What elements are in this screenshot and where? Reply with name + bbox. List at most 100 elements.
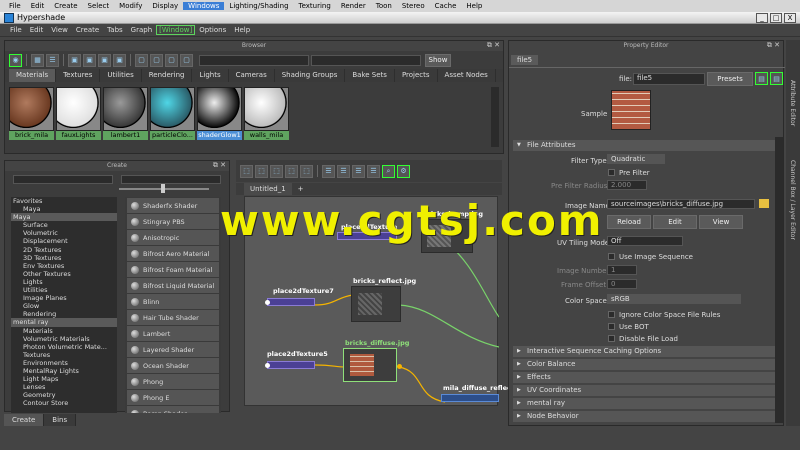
create-tree-item[interactable]: Maya xyxy=(11,213,117,222)
graph-layout-icon-4[interactable]: ☰ xyxy=(367,164,380,178)
material-swatch[interactable]: lambert1 xyxy=(103,87,148,140)
graph-layout-icon-2[interactable]: ☰ xyxy=(337,164,350,178)
browser-filter-input[interactable] xyxy=(311,54,421,66)
create-shader-item[interactable]: Bifrost Aero Material xyxy=(127,246,219,261)
edit-button[interactable]: Edit xyxy=(653,215,697,229)
create-tree-item[interactable]: Env Textures xyxy=(11,262,117,270)
section-mental-ray[interactable]: mental ray xyxy=(513,398,775,409)
hypershade-menu-item[interactable]: Options xyxy=(195,26,230,34)
browser-tab[interactable]: Asset Nodes xyxy=(438,69,496,82)
graph-options-icon[interactable]: ⚙ xyxy=(397,164,410,178)
app-menu-item[interactable]: Lighting/Shading xyxy=(224,2,293,10)
section-uv-coordinates[interactable]: UV Coordinates xyxy=(513,385,775,396)
folder-icon[interactable] xyxy=(759,199,769,208)
section-node-behavior[interactable]: Node Behavior xyxy=(513,411,775,422)
list-view-icon[interactable]: ☰ xyxy=(46,53,59,67)
node-place2dtexture7[interactable] xyxy=(267,298,315,306)
hypershade-menu-item[interactable]: File xyxy=(6,26,26,34)
create-shader-item[interactable]: Hair Tube Shader xyxy=(127,310,219,325)
hypershade-menu-item[interactable]: Edit xyxy=(26,26,48,34)
create-tree-item[interactable]: Volumetric Materials xyxy=(11,335,117,343)
use-bot-checkbox[interactable] xyxy=(608,323,615,330)
create-tree-item[interactable]: Volumetric xyxy=(11,229,117,237)
app-menu-item[interactable]: Windows xyxy=(183,2,225,10)
hypershade-menu-item[interactable]: Graph xyxy=(127,26,156,34)
section-file-attributes[interactable]: File Attributes xyxy=(513,140,775,151)
node-bricks-diffuse-title[interactable]: bricks_diffuse.jpg xyxy=(345,339,409,347)
create-tree-item[interactable]: mental ray xyxy=(11,318,117,327)
browser-tab[interactable]: Utilities xyxy=(100,69,142,82)
add-tab-button[interactable]: + xyxy=(298,185,304,193)
browser-tab[interactable]: Textures xyxy=(56,69,101,82)
create-tree-item[interactable]: Lenses xyxy=(11,383,117,391)
create-shader-item[interactable]: Phong E xyxy=(127,390,219,405)
sort-icon-3[interactable]: ▣ xyxy=(98,53,111,67)
panel-float-icon[interactable]: ⧉ ✕ xyxy=(213,161,226,170)
presets-button[interactable]: Presets xyxy=(707,72,753,86)
create-shader-item[interactable]: Bifrost Liquid Material xyxy=(127,278,219,293)
size-icon-1[interactable]: ▢ xyxy=(135,53,148,67)
slider-handle[interactable] xyxy=(161,184,165,193)
browser-tab[interactable]: Cameras xyxy=(229,69,275,82)
pre-filter-checkbox[interactable] xyxy=(608,169,615,176)
material-swatch[interactable]: brick_mila xyxy=(9,87,54,140)
browser-tab[interactable]: Lights xyxy=(192,69,229,82)
graph-search-icon[interactable]: ⌕ xyxy=(382,164,395,178)
section-color-balance[interactable]: Color Balance xyxy=(513,359,775,370)
app-menu-item[interactable]: Stereo xyxy=(397,2,430,10)
create-tree-item[interactable]: Glow xyxy=(11,302,117,310)
image-number-field[interactable]: 1 xyxy=(607,265,637,275)
graph-layout-icon-3[interactable]: ☰ xyxy=(352,164,365,178)
size-icon-3[interactable]: ▢ xyxy=(165,53,178,67)
hypershade-menu-item[interactable]: [Window] xyxy=(156,25,196,35)
material-swatch[interactable]: walls_mila xyxy=(244,87,289,140)
create-filter-input[interactable] xyxy=(121,175,221,184)
panel-float-icon[interactable]: ⧉ ✕ xyxy=(767,41,780,50)
node-bricks-reflect-title[interactable]: bricks_reflect.jpg xyxy=(353,277,416,285)
create-tree-item[interactable]: Favorites xyxy=(11,197,117,205)
app-menu-item[interactable]: Cache xyxy=(430,2,462,10)
create-shader-item[interactable]: Lambert xyxy=(127,326,219,341)
create-tree-item[interactable]: Light Maps xyxy=(11,375,117,383)
create-tree-item[interactable]: Contour Store xyxy=(11,399,117,407)
create-tree-item[interactable]: Maya xyxy=(11,205,117,213)
browser-tab[interactable]: Materials xyxy=(9,69,57,82)
use-image-sequence-checkbox[interactable] xyxy=(608,253,615,260)
hypershade-menu-item[interactable]: Create xyxy=(72,26,103,34)
ignore-rules-checkbox[interactable] xyxy=(608,311,615,318)
hypershade-menu-item[interactable]: Help xyxy=(230,26,254,34)
size-icon-2[interactable]: ▢ xyxy=(150,53,163,67)
create-tree-item[interactable]: Surface xyxy=(11,221,117,229)
attribute-editor-tab[interactable]: Attribute Editor xyxy=(789,80,796,126)
tab-bins[interactable]: Bins xyxy=(44,414,77,426)
node-mila-diffuse-reflect[interactable] xyxy=(441,394,499,402)
app-menu-item[interactable]: Help xyxy=(461,2,487,10)
material-swatch[interactable]: fauxLights xyxy=(56,87,101,140)
swatch-view-icon[interactable]: ▦ xyxy=(31,53,44,67)
section-effects[interactable]: Effects xyxy=(513,372,775,383)
app-menu-item[interactable]: Texturing xyxy=(294,2,336,10)
app-menu-item[interactable]: Edit xyxy=(26,2,50,10)
app-menu-item[interactable]: Render xyxy=(336,2,371,10)
create-shader-item[interactable]: Ocean Shader xyxy=(127,358,219,373)
uv-tiling-mode-dropdown[interactable]: Off xyxy=(607,236,683,246)
graph-layout-icon-1[interactable]: ☰ xyxy=(322,164,335,178)
node-place2dtexture5[interactable] xyxy=(267,361,315,369)
material-swatch[interactable]: particleClo... xyxy=(150,87,195,140)
create-shader-item[interactable]: Bifrost Foam Material xyxy=(127,262,219,277)
file-name-field[interactable]: file5 xyxy=(633,73,705,85)
create-tree-item[interactable]: Utilities xyxy=(11,286,117,294)
create-tree-item[interactable]: Other Textures xyxy=(11,270,117,278)
create-shader-item[interactable]: Blinn xyxy=(127,294,219,309)
sort-icon-4[interactable]: ▣ xyxy=(113,53,126,67)
app-menu-item[interactable]: File xyxy=(4,2,26,10)
create-shader-item[interactable]: Stingray PBS xyxy=(127,214,219,229)
create-shader-item[interactable]: Anisotropic xyxy=(127,230,219,245)
filter-type-dropdown[interactable]: Quadratic xyxy=(607,154,665,164)
create-tree-item[interactable]: Rendering xyxy=(11,310,117,318)
size-icon-4[interactable]: ▢ xyxy=(180,53,193,67)
create-tree-item[interactable]: Environments xyxy=(11,359,117,367)
minimize-button[interactable]: _ xyxy=(756,12,768,23)
create-shader-item[interactable]: Ramp Shader xyxy=(127,406,219,413)
maximize-button[interactable]: □ xyxy=(770,12,782,23)
